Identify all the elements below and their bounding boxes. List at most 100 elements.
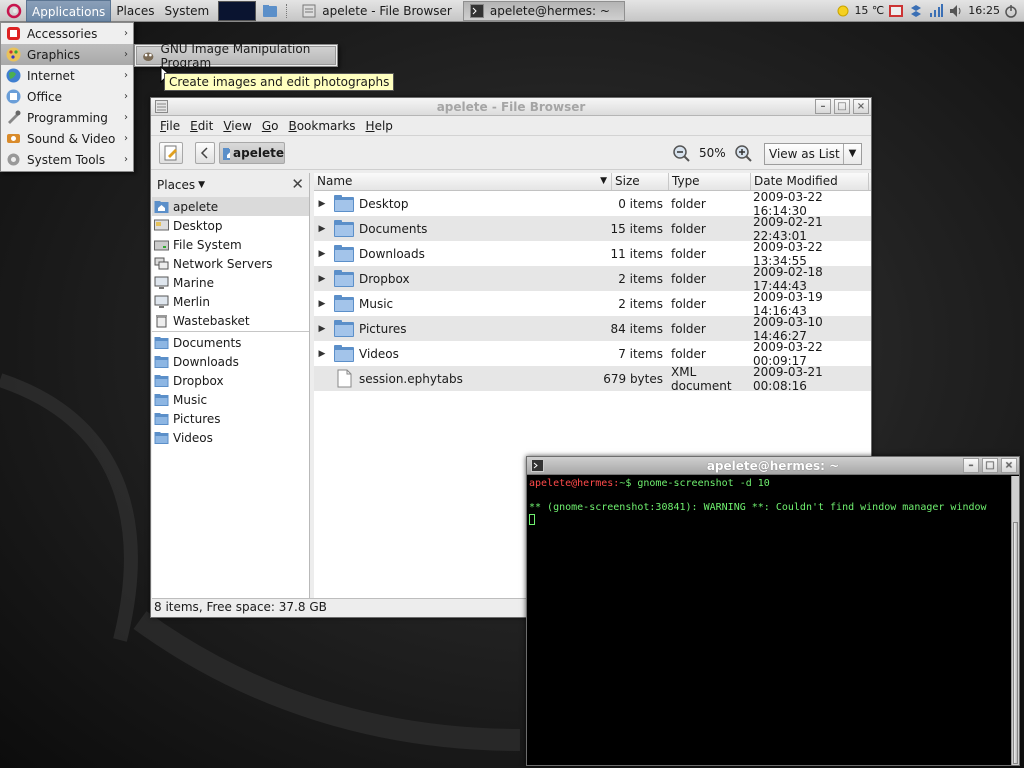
file-browser-titlebar[interactable]: apelete - File Browser – □ ×: [151, 98, 871, 116]
file-row[interactable]: ▶ Music 2 items folder 2009-03-19 14:16:43: [314, 289, 871, 318]
file-date: 2009-03-10 14:46:27: [753, 314, 823, 343]
sidebar-bookmark-downloads[interactable]: Downloads: [152, 352, 309, 371]
menu-item-graphics[interactable]: Graphics ›: [1, 44, 133, 65]
terminal-launcher-icon[interactable]: [218, 0, 257, 21]
menu-item-internet[interactable]: Internet ›: [1, 65, 133, 86]
programming-icon: [8, 110, 21, 124]
sidebar-item-desktop[interactable]: Desktop: [152, 216, 309, 235]
maximize-button[interactable]: □: [982, 458, 998, 473]
task-terminal[interactable]: apelete@hermes: ~: [462, 0, 625, 21]
sidebar-item-network-servers[interactable]: Network Servers: [152, 254, 309, 273]
toggle-location-entry-button[interactable]: [159, 142, 183, 164]
sidebar-bookmark-dropbox[interactable]: Dropbox: [152, 371, 309, 390]
close-button[interactable]: ×: [1001, 458, 1017, 473]
expander-arrow-icon[interactable]: ▶: [314, 349, 330, 359]
weather-sun-icon[interactable]: [836, 4, 850, 18]
submenu-arrow-icon: ›: [124, 133, 128, 144]
sidebar-item-file-system[interactable]: File System: [152, 235, 309, 254]
sidebar-type-select[interactable]: Places: [157, 178, 195, 192]
terminal-scrollbar[interactable]: [1011, 476, 1019, 765]
minimize-button[interactable]: –: [963, 458, 979, 473]
file-date: 2009-03-19 14:16:43: [753, 289, 823, 318]
menu-file[interactable]: File: [155, 119, 185, 133]
sidebar-item-label: apelete: [173, 199, 219, 214]
debian-logo-icon[interactable]: [6, 3, 24, 19]
clock[interactable]: 16:25: [968, 4, 1000, 17]
column-header-date-modified[interactable]: Date Modified: [751, 173, 869, 190]
file-row[interactable]: session.ephytabs 679 bytes XML document 200…: [314, 365, 871, 393]
file-row[interactable]: ▶ Desktop 0 items folder 2009-03-22 16:14:30: [314, 190, 871, 218]
view-mode-select[interactable]: View as List ▼: [764, 143, 862, 165]
column-header-type[interactable]: Type: [669, 173, 751, 190]
sidebar-item-wastebasket[interactable]: Wastebasket: [152, 311, 309, 330]
menu-item-gimp[interactable]: GNU Image Manipulation Program: [136, 42, 336, 70]
menu-item-office[interactable]: Office ›: [1, 86, 133, 107]
submenu-arrow-icon: ›: [124, 112, 128, 123]
file-row[interactable]: ▶ Dropbox 2 items folder 2009-02-18 17:44:43: [314, 265, 871, 293]
menu-edit[interactable]: Edit: [185, 119, 218, 133]
expander-arrow-icon[interactable]: ▶: [314, 299, 330, 309]
applications-menu[interactable]: Applications: [26, 0, 112, 22]
zoom-in-icon[interactable]: [733, 143, 753, 163]
terminal-icon: [469, 3, 484, 18]
sidebar-item-apelete[interactable]: apelete: [152, 197, 309, 216]
file-row[interactable]: ▶ Documents 15 items folder 2009-02-21 22:43…: [314, 215, 871, 243]
menu-item-programming[interactable]: Programming ›: [1, 107, 133, 128]
shutdown-icon[interactable]: [1004, 4, 1018, 18]
menu-bookmarks[interactable]: Bookmarks: [283, 119, 360, 133]
expander-arrow-icon[interactable]: ▶: [314, 324, 330, 334]
volume-icon[interactable]: [948, 3, 964, 19]
terminal-icon[interactable]: [531, 459, 544, 472]
terminal-output[interactable]: apelete@hermes:~$ gnome-screenshot -d 10…: [527, 476, 1013, 765]
network-manager-icon[interactable]: [888, 3, 904, 19]
prompt-user: apelete@hermes:: [529, 478, 620, 489]
path-button-apelete[interactable]: apelete: [219, 142, 285, 164]
column-header-size[interactable]: Size: [612, 173, 669, 190]
system-menu[interactable]: System: [159, 0, 214, 22]
file-row[interactable]: ▶ Downloads 11 items folder 2009-03-22 13:34…: [314, 240, 871, 268]
signal-strength-icon[interactable]: [928, 3, 944, 19]
task-file-browser[interactable]: apelete - File Browser: [295, 1, 459, 21]
file-name: Downloads: [359, 246, 425, 261]
expander-arrow-icon[interactable]: ▶: [314, 274, 330, 284]
column-header-name[interactable]: Name ▼: [314, 173, 612, 190]
sidebar-item-marine[interactable]: Marine: [152, 273, 309, 292]
menu-view[interactable]: View: [218, 119, 256, 133]
office-icon: [6, 89, 21, 104]
sidebar-bookmark-documents[interactable]: Documents: [152, 333, 309, 352]
file-row[interactable]: ▶ Pictures 84 items folder 2009-03-10 14:46:…: [314, 314, 871, 343]
weather-temperature[interactable]: 15 ℃: [854, 4, 884, 17]
scrollbar-thumb[interactable]: [1013, 522, 1018, 764]
expander-arrow-icon[interactable]: ▶: [314, 199, 330, 209]
computer-icon: [154, 295, 169, 308]
close-button[interactable]: ×: [853, 99, 869, 114]
terminal-warning-line: ** (gnome-screenshot:30841): WARNING **:…: [529, 502, 987, 513]
menu-help[interactable]: Help: [361, 119, 398, 133]
menu-item-accessories[interactable]: Accessories ›: [1, 23, 133, 44]
window-menu-icon[interactable]: [155, 100, 168, 113]
menu-item-system-tools[interactable]: System Tools ›: [1, 149, 133, 170]
terminal-titlebar[interactable]: apelete@hermes: ~ – □ ×: [527, 457, 1019, 475]
menu-item-sound-video[interactable]: Sound & Video ›: [1, 128, 133, 149]
sidebar-item-label: File System: [173, 237, 242, 252]
maximize-button[interactable]: □: [834, 99, 850, 114]
expander-arrow-icon[interactable]: ▶: [314, 249, 330, 259]
submenu-arrow-icon: ›: [124, 70, 128, 81]
minimize-button[interactable]: –: [815, 99, 831, 114]
folder-launcher-icon[interactable]: [262, 3, 280, 19]
close-sidebar-icon[interactable]: ✕: [291, 177, 304, 192]
menu-item-label: Sound & Video: [27, 131, 116, 146]
back-button[interactable]: [195, 142, 215, 164]
sidebar-item-merlin[interactable]: Merlin: [152, 292, 309, 311]
sidebar-bookmark-music[interactable]: Music: [152, 390, 309, 409]
places-menu[interactable]: Places: [111, 0, 159, 22]
sidebar-bookmark-videos[interactable]: Videos: [152, 428, 309, 447]
menu-go[interactable]: Go: [257, 119, 284, 133]
zoom-out-icon[interactable]: [671, 143, 691, 163]
file-row[interactable]: ▶ Videos 7 items folder 2009-03-22 00:09:17: [314, 340, 871, 368]
expander-arrow-icon[interactable]: ▶: [314, 224, 330, 234]
chevron-down-icon[interactable]: ▼: [198, 180, 205, 190]
sidebar-bookmark-pictures[interactable]: Pictures: [152, 409, 309, 428]
home-folder-icon: [223, 147, 231, 160]
dropbox-icon[interactable]: [908, 3, 924, 19]
